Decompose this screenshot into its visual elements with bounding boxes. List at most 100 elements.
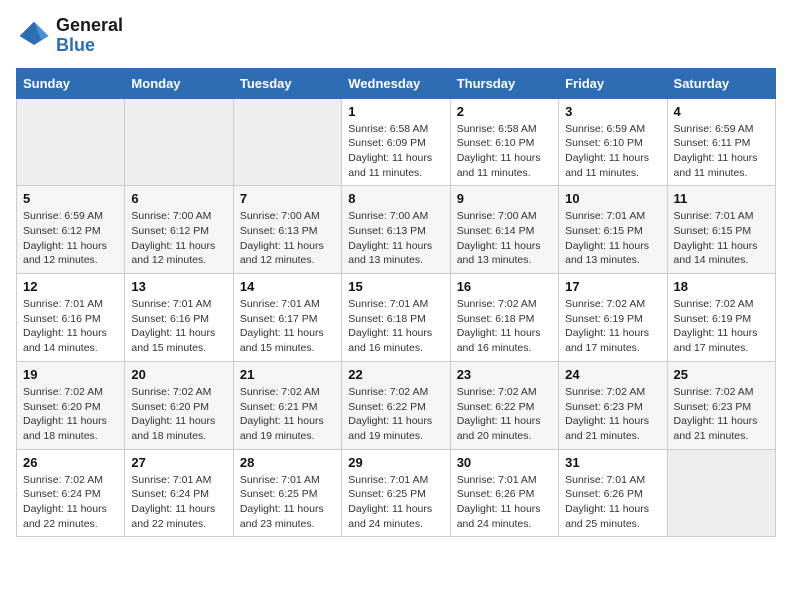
day-info: Sunrise: 7:01 AM Sunset: 6:25 PM Dayligh…: [348, 473, 443, 532]
day-number: 12: [23, 279, 118, 294]
day-number: 29: [348, 455, 443, 470]
day-info: Sunrise: 7:02 AM Sunset: 6:18 PM Dayligh…: [457, 297, 552, 356]
calendar-week-1: 1Sunrise: 6:58 AM Sunset: 6:09 PM Daylig…: [17, 98, 776, 186]
day-info: Sunrise: 7:01 AM Sunset: 6:26 PM Dayligh…: [565, 473, 660, 532]
calendar-cell: 12 Sunrise: 7:01 AM Sunset: 6:16 PM Dayli…: [17, 274, 125, 362]
calendar-cell: 30 Sunrise: 7:01 AM Sunset: 6:26 PM Dayli…: [450, 449, 558, 537]
calendar-cell: 21 Sunrise: 7:02 AM Sunset: 6:21 PM Dayli…: [233, 361, 341, 449]
day-info: Sunrise: 6:58 AM Sunset: 6:10 PM Dayligh…: [457, 122, 552, 181]
day-info: Sunrise: 7:02 AM Sunset: 6:23 PM Dayligh…: [565, 385, 660, 444]
day-number: 10: [565, 191, 660, 206]
column-header-monday: Monday: [125, 68, 233, 98]
column-header-thursday: Thursday: [450, 68, 558, 98]
calendar-cell: 28 Sunrise: 7:01 AM Sunset: 6:25 PM Dayli…: [233, 449, 341, 537]
day-info: Sunrise: 7:02 AM Sunset: 6:21 PM Dayligh…: [240, 385, 335, 444]
day-number: 23: [457, 367, 552, 382]
day-info: Sunrise: 7:02 AM Sunset: 6:20 PM Dayligh…: [23, 385, 118, 444]
column-header-tuesday: Tuesday: [233, 68, 341, 98]
day-info: Sunrise: 7:00 AM Sunset: 6:13 PM Dayligh…: [348, 209, 443, 268]
day-info: Sunrise: 7:02 AM Sunset: 6:19 PM Dayligh…: [674, 297, 769, 356]
calendar-week-5: 26 Sunrise: 7:02 AM Sunset: 6:24 PM Dayli…: [17, 449, 776, 537]
day-number: 13: [131, 279, 226, 294]
day-number: 15: [348, 279, 443, 294]
day-number: 24: [565, 367, 660, 382]
calendar-cell: 20 Sunrise: 7:02 AM Sunset: 6:20 PM Dayli…: [125, 361, 233, 449]
calendar-cell: [233, 98, 341, 186]
day-number: 27: [131, 455, 226, 470]
day-info: Sunrise: 6:59 AM Sunset: 6:11 PM Dayligh…: [674, 122, 769, 181]
calendar-cell: 7Sunrise: 7:00 AM Sunset: 6:13 PM Daylig…: [233, 186, 341, 274]
calendar-cell: 9Sunrise: 7:00 AM Sunset: 6:14 PM Daylig…: [450, 186, 558, 274]
day-number: 4: [674, 104, 769, 119]
day-info: Sunrise: 7:01 AM Sunset: 6:24 PM Dayligh…: [131, 473, 226, 532]
day-info: Sunrise: 7:02 AM Sunset: 6:20 PM Dayligh…: [131, 385, 226, 444]
day-number: 21: [240, 367, 335, 382]
day-info: Sunrise: 7:00 AM Sunset: 6:13 PM Dayligh…: [240, 209, 335, 268]
day-number: 17: [565, 279, 660, 294]
day-info: Sunrise: 7:02 AM Sunset: 6:24 PM Dayligh…: [23, 473, 118, 532]
day-number: 19: [23, 367, 118, 382]
calendar-cell: 2 Sunrise: 6:58 AM Sunset: 6:10 PM Daylig…: [450, 98, 558, 186]
day-info: Sunrise: 7:02 AM Sunset: 6:22 PM Dayligh…: [348, 385, 443, 444]
day-info: Sunrise: 7:00 AM Sunset: 6:12 PM Dayligh…: [131, 209, 226, 268]
day-info: Sunrise: 6:59 AM Sunset: 6:12 PM Dayligh…: [23, 209, 118, 268]
day-number: 25: [674, 367, 769, 382]
day-info: Sunrise: 7:02 AM Sunset: 6:22 PM Dayligh…: [457, 385, 552, 444]
calendar-cell: 5 Sunrise: 6:59 AM Sunset: 6:12 PM Daylig…: [17, 186, 125, 274]
day-number: 18: [674, 279, 769, 294]
day-info: Sunrise: 7:01 AM Sunset: 6:25 PM Dayligh…: [240, 473, 335, 532]
day-number: 14: [240, 279, 335, 294]
calendar-cell: 1Sunrise: 6:58 AM Sunset: 6:09 PM Daylig…: [342, 98, 450, 186]
calendar-week-2: 5 Sunrise: 6:59 AM Sunset: 6:12 PM Daylig…: [17, 186, 776, 274]
calendar-cell: 10 Sunrise: 7:01 AM Sunset: 6:15 PM Dayli…: [559, 186, 667, 274]
day-info: Sunrise: 7:01 AM Sunset: 6:18 PM Dayligh…: [348, 297, 443, 356]
calendar-cell: 13 Sunrise: 7:01 AM Sunset: 6:16 PM Dayli…: [125, 274, 233, 362]
day-number: 28: [240, 455, 335, 470]
calendar-cell: 16Sunrise: 7:02 AM Sunset: 6:18 PM Dayli…: [450, 274, 558, 362]
day-number: 26: [23, 455, 118, 470]
page-header: General Blue: [16, 16, 776, 56]
day-number: 11: [674, 191, 769, 206]
day-info: Sunrise: 7:01 AM Sunset: 6:15 PM Dayligh…: [565, 209, 660, 268]
day-number: 6: [131, 191, 226, 206]
logo-text: General Blue: [56, 16, 123, 56]
logo-icon: [16, 18, 52, 54]
calendar-week-4: 19 Sunrise: 7:02 AM Sunset: 6:20 PM Dayli…: [17, 361, 776, 449]
calendar-cell: 27 Sunrise: 7:01 AM Sunset: 6:24 PM Dayli…: [125, 449, 233, 537]
calendar-cell: 18 Sunrise: 7:02 AM Sunset: 6:19 PM Dayli…: [667, 274, 775, 362]
calendar-cell: 29 Sunrise: 7:01 AM Sunset: 6:25 PM Dayli…: [342, 449, 450, 537]
day-info: Sunrise: 7:01 AM Sunset: 6:16 PM Dayligh…: [23, 297, 118, 356]
day-number: 8: [348, 191, 443, 206]
day-info: Sunrise: 7:02 AM Sunset: 6:19 PM Dayligh…: [565, 297, 660, 356]
calendar-cell: [17, 98, 125, 186]
calendar-cell: 11Sunrise: 7:01 AM Sunset: 6:15 PM Dayli…: [667, 186, 775, 274]
calendar-cell: [667, 449, 775, 537]
day-info: Sunrise: 7:01 AM Sunset: 6:17 PM Dayligh…: [240, 297, 335, 356]
calendar-cell: 24 Sunrise: 7:02 AM Sunset: 6:23 PM Dayli…: [559, 361, 667, 449]
calendar-cell: 8 Sunrise: 7:00 AM Sunset: 6:13 PM Daylig…: [342, 186, 450, 274]
day-number: 30: [457, 455, 552, 470]
calendar-cell: 22Sunrise: 7:02 AM Sunset: 6:22 PM Dayli…: [342, 361, 450, 449]
day-number: 1: [348, 104, 443, 119]
day-number: 2: [457, 104, 552, 119]
day-info: Sunrise: 7:02 AM Sunset: 6:23 PM Dayligh…: [674, 385, 769, 444]
column-header-saturday: Saturday: [667, 68, 775, 98]
calendar-cell: 26 Sunrise: 7:02 AM Sunset: 6:24 PM Dayli…: [17, 449, 125, 537]
calendar-cell: 31Sunrise: 7:01 AM Sunset: 6:26 PM Dayli…: [559, 449, 667, 537]
column-header-wednesday: Wednesday: [342, 68, 450, 98]
day-info: Sunrise: 7:01 AM Sunset: 6:26 PM Dayligh…: [457, 473, 552, 532]
column-header-friday: Friday: [559, 68, 667, 98]
logo: General Blue: [16, 16, 123, 56]
day-number: 20: [131, 367, 226, 382]
calendar-cell: 14 Sunrise: 7:01 AM Sunset: 6:17 PM Dayli…: [233, 274, 341, 362]
calendar-header-row: SundayMondayTuesdayWednesdayThursdayFrid…: [17, 68, 776, 98]
calendar-cell: 15 Sunrise: 7:01 AM Sunset: 6:18 PM Dayli…: [342, 274, 450, 362]
day-number: 5: [23, 191, 118, 206]
calendar-cell: 19 Sunrise: 7:02 AM Sunset: 6:20 PM Dayli…: [17, 361, 125, 449]
day-info: Sunrise: 7:00 AM Sunset: 6:14 PM Dayligh…: [457, 209, 552, 268]
calendar-cell: 17 Sunrise: 7:02 AM Sunset: 6:19 PM Dayli…: [559, 274, 667, 362]
day-info: Sunrise: 7:01 AM Sunset: 6:16 PM Dayligh…: [131, 297, 226, 356]
calendar-table: SundayMondayTuesdayWednesdayThursdayFrid…: [16, 68, 776, 538]
day-number: 3: [565, 104, 660, 119]
calendar-cell: 3Sunrise: 6:59 AM Sunset: 6:10 PM Daylig…: [559, 98, 667, 186]
